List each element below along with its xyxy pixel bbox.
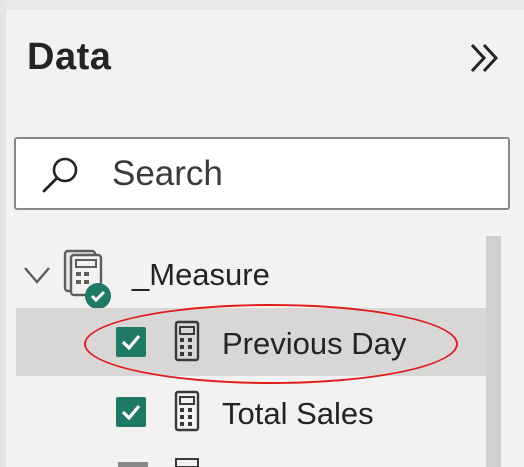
search-icon — [42, 157, 78, 193]
calculator-icon — [174, 390, 200, 432]
field-label: Previous Day — [222, 326, 407, 361]
chevron-down-icon[interactable] — [22, 260, 52, 290]
checkmark-icon — [121, 404, 141, 421]
pane-top-edge — [0, 0, 524, 10]
field-checkbox-total-sales[interactable] — [116, 397, 146, 427]
tree-field-previous-day[interactable]: Previous Day — [16, 308, 486, 376]
tree-field-total-sales[interactable]: Total Sales — [16, 378, 486, 446]
tree-scrollbar[interactable] — [486, 236, 501, 467]
field-checkbox-previous-day[interactable] — [116, 327, 146, 357]
tree-table-label: _Measure — [132, 257, 270, 292]
field-label: Total Sales — [222, 396, 374, 431]
pane-title: Data — [27, 36, 112, 78]
calculator-icon — [174, 320, 200, 362]
collapse-pane-button[interactable] — [462, 38, 506, 78]
chevron-double-right-icon — [470, 43, 499, 73]
measure-table-icon — [63, 249, 111, 309]
checkmark-icon — [121, 334, 141, 351]
tree-field-partial — [118, 458, 199, 467]
tree-table-measure[interactable]: _Measure — [16, 238, 486, 309]
search-input[interactable] — [112, 151, 492, 197]
search-box[interactable] — [14, 137, 510, 210]
